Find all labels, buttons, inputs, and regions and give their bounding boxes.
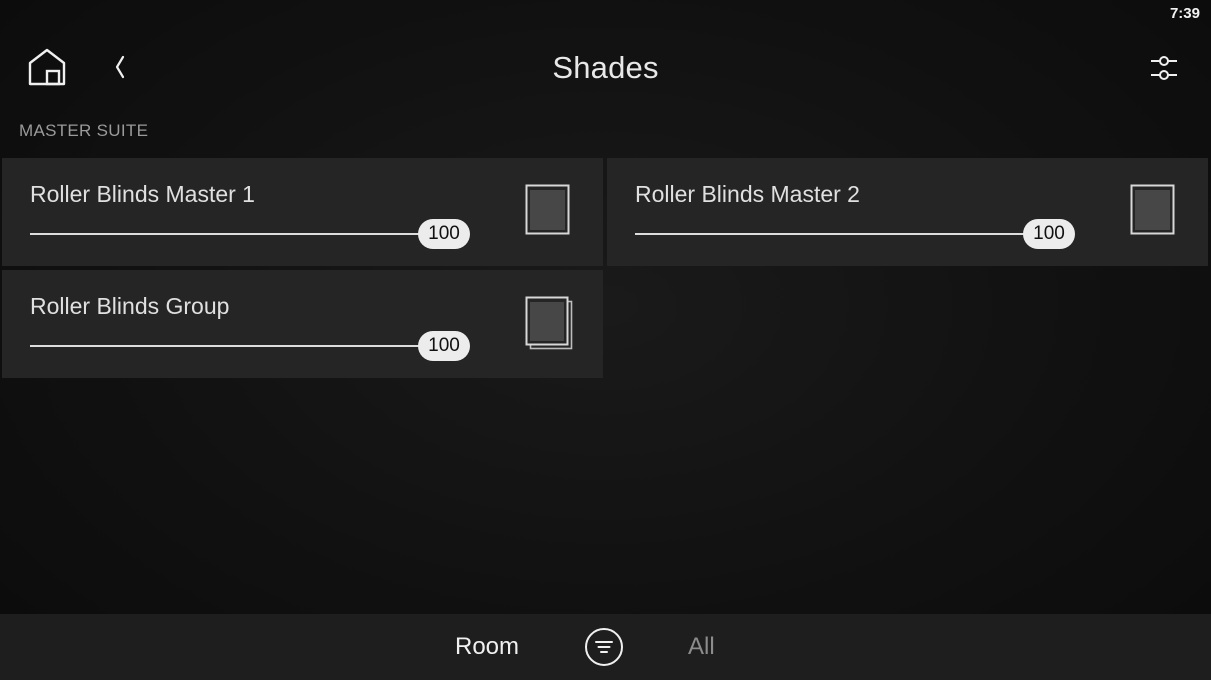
- shade-icon[interactable]: [525, 184, 571, 238]
- shade-group-icon[interactable]: [525, 296, 573, 350]
- shade-name: Roller Blinds Master 1: [30, 181, 255, 207]
- slider-track: [635, 233, 1045, 235]
- shade-name: Roller Blinds Group: [30, 293, 230, 319]
- slider-thumb[interactable]: 100: [418, 219, 470, 249]
- slider-track: [30, 233, 440, 235]
- shade-card-master-2[interactable]: Roller Blinds Master 2 100: [607, 158, 1208, 266]
- slider-thumb[interactable]: 100: [1023, 219, 1075, 249]
- filter-button[interactable]: [584, 627, 624, 667]
- shade-icon[interactable]: [1130, 184, 1176, 238]
- slider-track: [30, 345, 440, 347]
- shade-name: Roller Blinds Master 2: [635, 181, 860, 207]
- shade-level-slider[interactable]: 100: [30, 331, 470, 363]
- filter-icon: [585, 628, 623, 666]
- shade-level-slider[interactable]: 100: [30, 219, 470, 251]
- tab-all[interactable]: All: [688, 633, 715, 661]
- bottom-bar: Room All: [0, 614, 1211, 680]
- settings-button[interactable]: [1149, 52, 1179, 84]
- shade-card-group[interactable]: Roller Blinds Group 100: [2, 270, 603, 378]
- shades-screen: 7:39 Shades MASTER SUITE Roller Blinds M: [0, 0, 1211, 680]
- shade-level-slider[interactable]: 100: [635, 219, 1075, 251]
- sliders-icon: [1151, 56, 1177, 80]
- page-title: Shades: [552, 50, 659, 85]
- shade-card-master-1[interactable]: Roller Blinds Master 1 100: [2, 158, 603, 266]
- top-bar: Shades: [0, 40, 1211, 100]
- tab-room[interactable]: Room: [455, 633, 519, 661]
- slider-thumb[interactable]: 100: [418, 331, 470, 361]
- section-label: MASTER SUITE: [19, 121, 149, 140]
- status-time: 7:39: [1169, 5, 1200, 22]
